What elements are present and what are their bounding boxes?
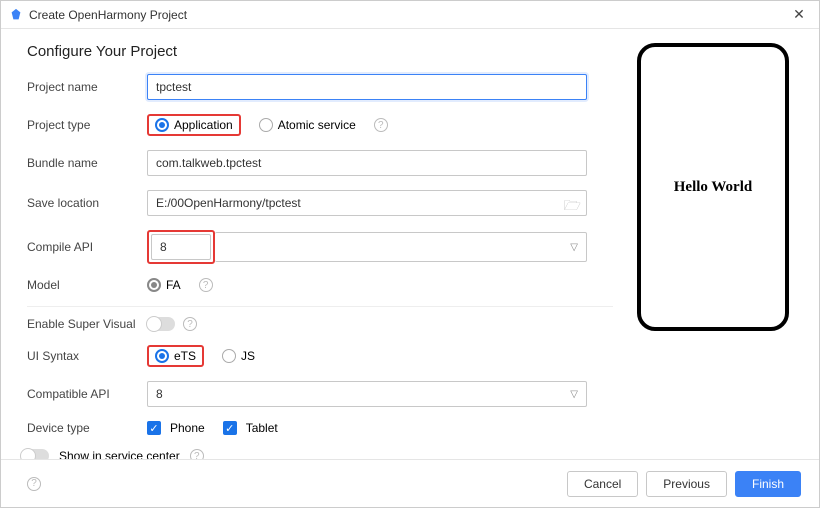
radio-atomic-label: Atomic service (278, 118, 356, 132)
checkbox-phone-label: Phone (170, 421, 205, 435)
radio-dot-icon (155, 349, 169, 363)
finish-button[interactable]: Finish (735, 471, 801, 497)
highlight-project-type: Application (147, 114, 241, 136)
enable-super-visual-toggle[interactable] (147, 317, 175, 331)
compile-api-value: 8 (160, 240, 167, 254)
project-name-input[interactable] (147, 74, 587, 100)
checkbox-phone[interactable]: ✓ Phone (147, 421, 205, 435)
label-bundle-name: Bundle name (27, 156, 147, 170)
label-ui-syntax: UI Syntax (27, 349, 147, 363)
radio-application-label: Application (174, 118, 233, 132)
checkbox-tablet[interactable]: ✓ Tablet (223, 421, 278, 435)
check-icon: ✓ (223, 421, 237, 435)
compatible-api-value: 8 (156, 387, 163, 401)
help-icon[interactable]: ? (190, 449, 204, 459)
radio-application[interactable]: Application (155, 118, 233, 132)
cancel-button[interactable]: Cancel (567, 471, 638, 497)
label-save-location: Save location (27, 196, 147, 210)
radio-model-fa: FA (147, 278, 181, 292)
help-icon[interactable]: ? (27, 477, 41, 491)
radio-ets[interactable]: eTS (155, 349, 196, 363)
title-bar: Create OpenHarmony Project ✕ (1, 1, 819, 29)
preview-text: Hello World (674, 179, 752, 196)
help-icon[interactable]: ? (374, 118, 388, 132)
checkbox-tablet-label: Tablet (246, 421, 278, 435)
compile-api-select-inner: 8 (151, 234, 211, 260)
radio-js-label: JS (241, 349, 255, 363)
check-icon: ✓ (147, 421, 161, 435)
app-logo-icon (9, 8, 23, 22)
radio-atomic-service[interactable]: Atomic service (259, 118, 356, 132)
save-location-input[interactable] (147, 190, 587, 216)
folder-icon[interactable]: 🗁 (564, 195, 581, 219)
radio-js[interactable]: JS (222, 349, 255, 363)
form-area: Configure Your Project Project name Proj… (27, 39, 613, 459)
chevron-down-icon: ▽ (570, 242, 578, 253)
radio-model-fa-label: FA (166, 278, 181, 292)
previous-button[interactable]: Previous (646, 471, 727, 497)
label-project-name: Project name (27, 80, 147, 94)
label-compatible-api: Compatible API (27, 387, 147, 401)
highlight-compile-api: 8 (147, 230, 215, 264)
preview-pane: Hello World (633, 39, 793, 459)
compatible-api-select[interactable]: 8 ▽ (147, 381, 587, 407)
label-compile-api: Compile API (27, 240, 147, 254)
radio-dot-icon (259, 118, 273, 132)
footer-bar: ? Cancel Previous Finish (1, 459, 819, 507)
dialog-window: Create OpenHarmony Project ✕ Configure Y… (0, 0, 820, 508)
radio-dot-icon (222, 349, 236, 363)
compile-api-select[interactable]: ▽ (215, 232, 587, 262)
close-icon[interactable]: ✕ (787, 6, 811, 23)
highlight-ui-syntax: eTS (147, 345, 204, 367)
label-enable-super-visual: Enable Super Visual (27, 317, 147, 331)
label-project-type: Project type (27, 118, 147, 132)
label-device-type: Device type (27, 421, 147, 435)
chevron-down-icon: ▽ (570, 389, 578, 400)
radio-dot-icon (147, 278, 161, 292)
help-icon[interactable]: ? (199, 278, 213, 292)
radio-dot-icon (155, 118, 169, 132)
page-title: Configure Your Project (27, 43, 613, 60)
help-icon[interactable]: ? (183, 317, 197, 331)
window-title: Create OpenHarmony Project (29, 8, 187, 22)
label-show-in-service-center: Show in service center (59, 449, 180, 459)
show-in-service-center-toggle[interactable] (21, 449, 49, 459)
label-model: Model (27, 278, 147, 292)
radio-ets-label: eTS (174, 349, 196, 363)
bundle-name-input[interactable] (147, 150, 587, 176)
device-preview-frame: Hello World (637, 43, 789, 331)
